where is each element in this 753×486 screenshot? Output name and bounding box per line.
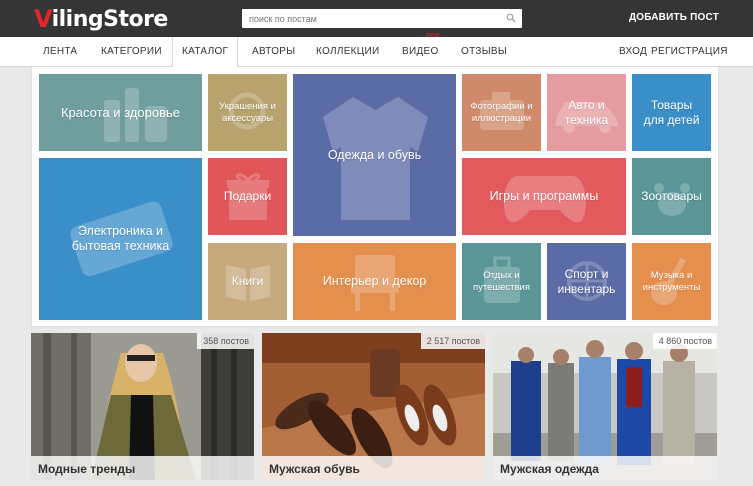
category-label: Подарки <box>223 189 272 204</box>
category-label: Украшения и аксессуары <box>219 101 276 124</box>
collection-post-count: 2 517 постов <box>420 333 485 349</box>
site-logo[interactable]: VilingStore <box>34 5 169 33</box>
category-label: Игры и программы <box>489 189 599 203</box>
logo-accent: V <box>34 5 53 33</box>
login-link[interactable]: ВХОД <box>619 37 647 67</box>
category-gifts[interactable]: Подарки <box>208 158 287 235</box>
collection-card-mens-shoes[interactable]: 2 517 постов Мужская обувь <box>262 333 485 480</box>
category-label: Музыка и инструменты <box>642 270 701 293</box>
new-badge: new <box>426 32 440 39</box>
category-label: Спорт и инвентарь <box>557 267 616 296</box>
category-travel[interactable]: Отдых и путешествия <box>462 243 541 320</box>
category-label: Товары для детей <box>643 98 700 127</box>
category-pet-supplies[interactable]: Зоотовары <box>632 158 711 235</box>
nav-item-reviews[interactable]: ОТЗЫВЫ <box>461 37 507 67</box>
category-music[interactable]: Музыка и инструменты <box>632 243 711 320</box>
category-label: Фотографии и иллюстрации <box>470 101 533 124</box>
collection-title: Мужская обувь <box>269 462 360 476</box>
logo-text: ilingStore <box>51 6 169 32</box>
add-post-button[interactable]: ДОБАВИТЬ ПОСТ <box>629 12 719 23</box>
collection-card-mens-clothing[interactable]: 4 860 постов Мужская одежда <box>493 333 717 480</box>
category-label: Интерьер и декор <box>322 274 427 288</box>
main-nav: ЛЕНТА КАТЕГОРИИ КАТАЛОГ АВТОРЫ КОЛЛЕКЦИИ… <box>0 32 753 68</box>
category-games-software[interactable]: Игры и программы <box>462 158 626 235</box>
search-input[interactable] <box>242 9 492 29</box>
nav-item-collections[interactable]: КОЛЛЕКЦИИ <box>316 37 379 67</box>
category-beauty-health[interactable]: Красота и здоровье <box>39 74 202 151</box>
collection-card-fashion-trends[interactable]: 358 постов Модные тренды <box>31 333 254 480</box>
category-sports[interactable]: Спорт и инвентарь <box>547 243 626 320</box>
category-label: Зоотовары <box>641 189 702 204</box>
nav-item-authors[interactable]: АВТОРЫ <box>252 37 295 67</box>
category-label: Книги <box>231 274 264 289</box>
nav-item-categories[interactable]: КАТЕГОРИИ <box>101 37 162 67</box>
collection-title: Модные тренды <box>38 462 136 476</box>
register-link[interactable]: РЕГИСТРАЦИЯ <box>651 37 728 67</box>
category-label: Электроника и бытовая техника <box>71 224 170 253</box>
category-auto-tech[interactable]: Авто и техника <box>547 74 626 151</box>
collection-title: Мужская одежда <box>500 462 599 476</box>
catalog-panel: Красота и здоровье Украшения и аксессуар… <box>31 67 719 327</box>
category-jewelry[interactable]: Украшения и аксессуары <box>208 74 287 151</box>
category-clothing-shoes[interactable]: Одежда и обувь <box>293 74 456 236</box>
nav-item-video-label: ВИДЕО <box>402 46 439 57</box>
collection-post-count: 358 постов <box>197 333 254 349</box>
category-electronics[interactable]: Электроника и бытовая техника <box>39 158 202 320</box>
nav-item-catalog[interactable]: КАТАЛОГ <box>172 37 239 68</box>
category-books[interactable]: Книги <box>208 243 287 320</box>
search-box <box>242 9 522 29</box>
category-kids[interactable]: Товары для детей <box>632 74 711 151</box>
category-photo-illustrations[interactable]: Фотографии и иллюстрации <box>462 74 541 151</box>
category-label: Отдых и путешествия <box>473 270 530 293</box>
category-interior-decor[interactable]: Интерьер и декор <box>293 243 456 320</box>
top-header: VilingStore ДОБАВИТЬ ПОСТ <box>0 0 753 37</box>
nav-item-video[interactable]: ВИДЕО new <box>402 32 439 67</box>
search-icon[interactable] <box>506 13 516 23</box>
collection-post-count: 4 860 постов <box>652 333 717 349</box>
category-label: Авто и техника <box>564 98 609 127</box>
category-label: Одежда и обувь <box>327 147 422 162</box>
category-label: Красота и здоровье <box>60 104 180 120</box>
nav-item-feed[interactable]: ЛЕНТА <box>43 37 77 67</box>
